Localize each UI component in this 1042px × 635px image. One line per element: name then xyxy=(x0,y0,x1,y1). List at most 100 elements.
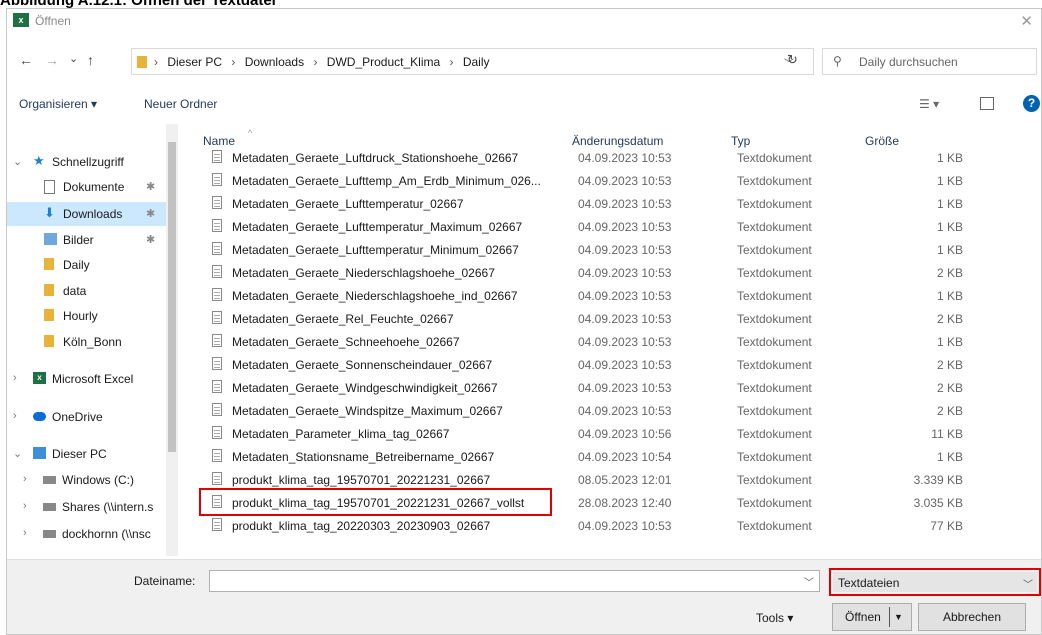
file-row[interactable]: Metadaten_Geraete_Windspitze_Maximum_026… xyxy=(187,400,977,421)
chevron-down-icon: ﹀ xyxy=(1023,580,1033,591)
nav-label: Shares (\\intern.s xyxy=(62,500,154,514)
file-size: 1 KB xyxy=(936,243,963,257)
file-name: Metadaten_Geraete_Lufttemperatur_02667 xyxy=(232,197,464,211)
file-name: Metadaten_Geraete_Sonnenscheindauer_0266… xyxy=(232,358,493,372)
file-size: 1 KB xyxy=(936,335,963,349)
chevron-right-icon[interactable]: › xyxy=(13,410,17,422)
search-placeholder: Daily durchsuchen xyxy=(859,55,958,69)
sidebar-item-dokumente[interactable]: Dokumente ✱ xyxy=(7,175,166,199)
file-type-filter[interactable]: Textdateien ﹀ xyxy=(829,568,1041,596)
text-file-icon xyxy=(212,173,222,186)
sidebar-item-koeln-bonn[interactable]: Köln_Bonn xyxy=(7,330,166,354)
chevron-down-icon[interactable]: ﹀ xyxy=(804,574,814,589)
file-size: 11 KB xyxy=(931,427,963,441)
file-row[interactable]: Metadaten_Geraete_Sonnenscheindauer_0266… xyxy=(187,354,977,375)
open-button[interactable]: Öffnen ▼ xyxy=(832,603,912,631)
file-row[interactable]: Metadaten_Geraete_Lufttemp_Am_Erdb_Minim… xyxy=(187,170,977,191)
breadcrumb-item[interactable]: DWD_Product_Klima xyxy=(327,55,440,69)
scrollbar-thumb[interactable] xyxy=(168,142,176,452)
pin-icon: ✱ xyxy=(146,208,156,220)
sidebar-item-onedrive[interactable]: › OneDrive xyxy=(7,405,166,429)
nav-label: Bilder xyxy=(63,233,94,247)
file-row[interactable]: Metadaten_Geraete_Niederschlagshoehe_ind… xyxy=(187,285,977,306)
sidebar-item-hourly[interactable]: Hourly xyxy=(7,304,166,328)
file-row[interactable]: produkt_klima_tag_20220303_20230903_0266… xyxy=(187,515,977,536)
text-file-icon xyxy=(212,449,222,462)
file-date: 04.09.2023 10:54 xyxy=(578,450,672,464)
file-type: Textdokument xyxy=(737,450,812,464)
help-icon[interactable]: ? xyxy=(1023,95,1040,112)
file-row[interactable]: Metadaten_Geraete_Schneehoehe_02667 04.09… xyxy=(187,331,977,352)
chevron-right-icon[interactable]: › xyxy=(13,372,17,384)
file-row[interactable]: Metadaten_Geraete_Lufttemperatur_Maximum… xyxy=(187,216,977,237)
tools-menu[interactable]: Tools ▾ xyxy=(756,611,793,625)
file-row[interactable]: Metadaten_Geraete_Windgeschwindigkeit_02… xyxy=(187,377,977,398)
filename-input[interactable] xyxy=(209,570,820,592)
text-file-icon xyxy=(212,472,222,485)
file-name: Metadaten_Parameter_klima_tag_02667 xyxy=(232,427,450,441)
back-arrow-icon[interactable]: ← xyxy=(19,52,33,68)
file-size: 2 KB xyxy=(936,266,963,280)
breadcrumb-item[interactable]: Daily xyxy=(463,55,490,69)
nav-quick-access[interactable]: ⌄ ★ Schnellzugriff xyxy=(7,150,166,174)
cloud-icon xyxy=(33,412,46,421)
forward-arrow-icon[interactable]: → xyxy=(45,52,59,68)
up-arrow-icon[interactable]: ↑ xyxy=(87,52,94,68)
dropdown-arrow-icon[interactable]: ▼ xyxy=(894,604,903,630)
file-row[interactable]: Metadaten_Geraete_Rel_Feuchte_02667 04.09… xyxy=(187,308,977,329)
breadcrumb-item[interactable]: Dieser PC xyxy=(167,55,222,69)
file-size: 1 KB xyxy=(936,220,963,234)
chevron-right-icon[interactable]: › xyxy=(23,500,27,512)
breadcrumb-item[interactable]: Downloads xyxy=(245,55,304,69)
chevron-down-icon[interactable]: ⌄ xyxy=(13,447,22,460)
pin-icon: ✱ xyxy=(146,181,156,193)
sidebar-item-downloads[interactable]: ⬇ Downloads ✱ xyxy=(7,202,166,226)
search-input[interactable]: ⚲ Daily durchsuchen xyxy=(822,48,1037,75)
cancel-button[interactable]: Abbrechen xyxy=(918,603,1026,631)
file-size: 2 KB xyxy=(936,358,963,372)
organize-button[interactable]: Organisieren ▾ xyxy=(19,97,97,111)
file-row[interactable]: produkt_klima_tag_19570701_20221231_0266… xyxy=(187,469,977,490)
file-date: 04.09.2023 10:53 xyxy=(578,197,672,211)
file-list: ^ Name Änderungsdatum Typ Größe Metadate… xyxy=(187,124,1041,556)
sidebar-scrollbar[interactable] xyxy=(166,124,178,556)
new-folder-button[interactable]: Neuer Ordner xyxy=(144,97,217,111)
file-type: Textdokument xyxy=(737,427,812,441)
sidebar-item-shares[interactable]: › Shares (\\intern.s xyxy=(7,495,166,519)
sidebar-item-windows-c[interactable]: › Windows (C:) xyxy=(7,468,166,492)
file-row[interactable]: Metadaten_Geraete_Niederschlagshoehe_026… xyxy=(187,262,977,283)
close-icon[interactable]: ✕ xyxy=(1020,12,1033,30)
file-row[interactable]: Metadaten_Stationsname_Betreibername_026… xyxy=(187,446,977,467)
folder-icon xyxy=(44,335,54,347)
breadcrumb-separator: › xyxy=(231,55,236,69)
address-bar[interactable]: › Dieser PC › Downloads › DWD_Product_Kl… xyxy=(131,48,814,75)
chevron-right-icon[interactable]: › xyxy=(23,527,27,539)
sidebar-item-excel[interactable]: › x Microsoft Excel xyxy=(7,367,166,391)
file-date: 04.09.2023 10:56 xyxy=(578,427,672,441)
sidebar-item-data[interactable]: data xyxy=(7,279,166,303)
chevron-down-icon[interactable]: ⌄ xyxy=(13,155,22,168)
sidebar-item-this-pc[interactable]: ⌄ Dieser PC xyxy=(7,442,166,466)
document-icon xyxy=(44,180,55,194)
chevron-right-icon[interactable]: › xyxy=(23,473,27,485)
file-row[interactable]: Metadaten_Geraete_Lufttemperatur_02667 04… xyxy=(187,193,977,214)
preview-pane-icon[interactable] xyxy=(980,97,994,110)
sidebar-item-dockhornn[interactable]: › dockhornn (\\nsc xyxy=(7,522,166,546)
file-row[interactable]: Metadaten_Geraete_Lufttemperatur_Minimum… xyxy=(187,239,977,260)
column-header-type[interactable]: Typ xyxy=(731,134,750,148)
column-header-date[interactable]: Änderungsdatum xyxy=(572,134,663,148)
view-options-icon[interactable]: ☰ ▾ xyxy=(919,97,939,111)
download-icon: ⬇ xyxy=(44,205,55,220)
file-row[interactable]: Metadaten_Parameter_klima_tag_02667 04.09… xyxy=(187,423,977,444)
file-type: Textdokument xyxy=(737,312,812,326)
sidebar-item-bilder[interactable]: Bilder ✱ xyxy=(7,228,166,252)
nav-label: Daily xyxy=(63,258,90,272)
nav-label: Schnellzugriff xyxy=(52,155,124,169)
recent-locations-icon[interactable]: ⌄ xyxy=(69,52,78,65)
sidebar-item-daily[interactable]: Daily xyxy=(7,253,166,277)
column-header-name[interactable]: ^ Name xyxy=(203,128,252,148)
column-header-size[interactable]: Größe xyxy=(865,134,899,148)
refresh-icon[interactable]: ↻ xyxy=(787,52,798,68)
file-row[interactable]: Metadaten_Geraete_Luftdruck_Stationshoeh… xyxy=(187,147,977,168)
file-name: Metadaten_Geraete_Windgeschwindigkeit_02… xyxy=(232,381,498,395)
